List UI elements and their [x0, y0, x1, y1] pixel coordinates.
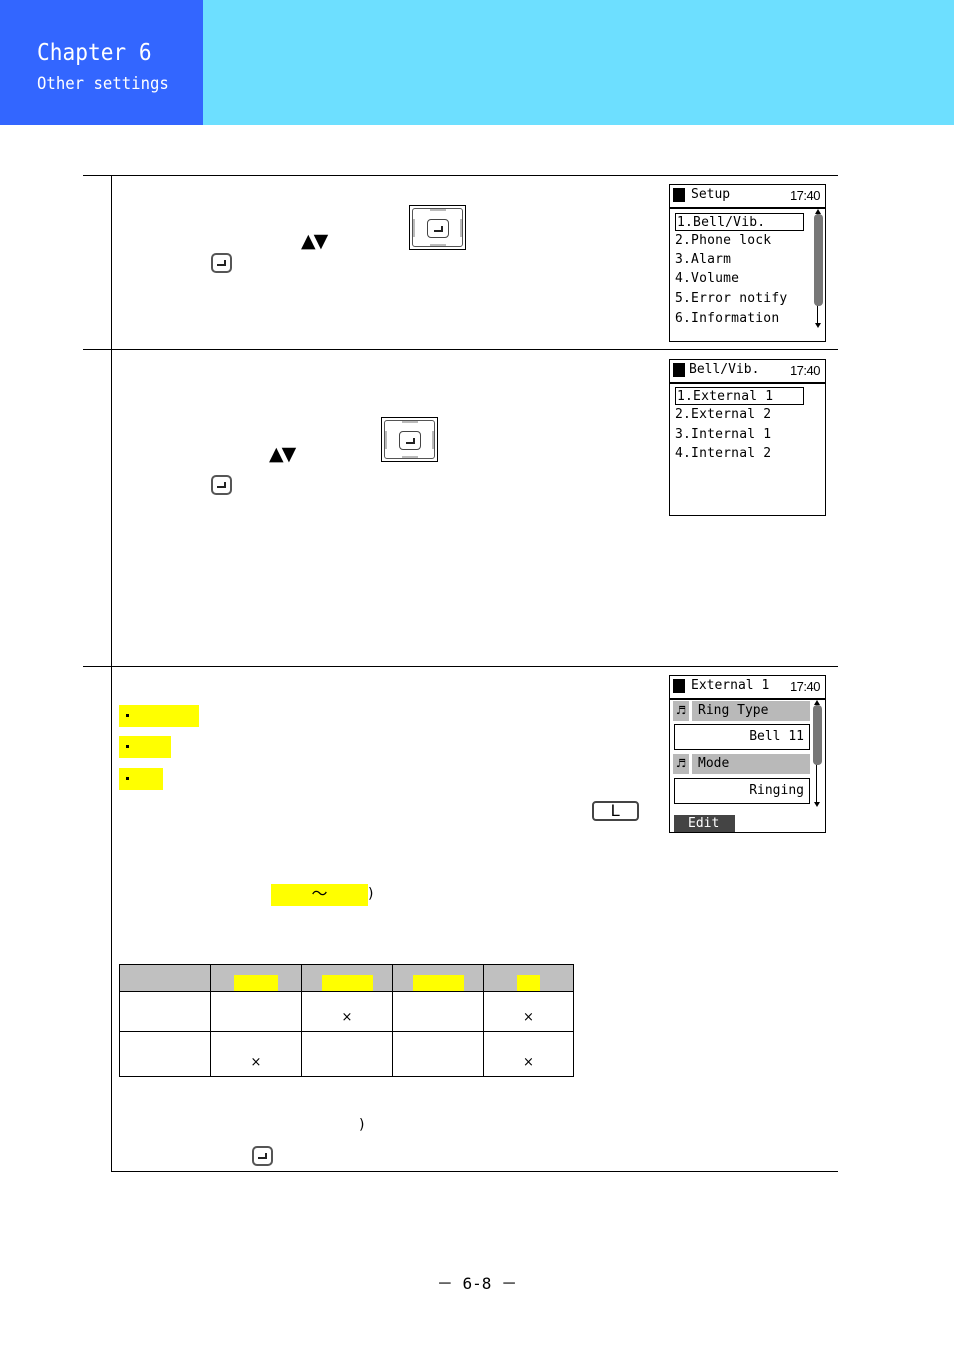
step-column-divider [111, 175, 112, 1172]
up-down-arrows-icon: ▲▼ [301, 230, 328, 252]
menu-item-bell-vib[interactable]: 1.Bell/Vib. [675, 213, 804, 231]
phone-screen-setup: Setup 17:40 1.Bell/Vib. 2.Phone lock 3.A… [669, 184, 826, 342]
table-cell [119, 1031, 211, 1077]
phone-screen-bell-vib: Bell/Vib. 17:40 1.External 1 2.External … [669, 359, 826, 516]
scroll-up-arrow-icon [815, 209, 821, 214]
menu-item-external-1[interactable]: 1.External 1 [675, 387, 804, 405]
scrollbar-thumb[interactable] [814, 214, 823, 306]
table-cell [119, 991, 211, 1032]
enter-key-icon [211, 475, 232, 495]
menu-item-alarm[interactable]: 3.Alarm [675, 251, 731, 269]
table-row: × × [119, 991, 574, 1032]
table-cell: × [483, 991, 574, 1032]
screen-indicator-icon [673, 679, 685, 693]
screen-title: Bell/Vib. [689, 362, 760, 377]
enter-key-icon [399, 431, 421, 450]
menu-item-phone-lock[interactable]: 2.Phone lock [675, 232, 771, 250]
menu-item-information[interactable]: 6.Information [675, 310, 779, 328]
menu-item-internal-2[interactable]: 4.Internal 2 [675, 445, 771, 463]
highlighted-bullet [119, 705, 199, 727]
screen-title: Setup [691, 187, 731, 202]
table-cell: × [210, 1031, 302, 1077]
screen-title: External 1 [691, 678, 770, 693]
l-key-icon: L [592, 801, 639, 821]
field-value-ring-type[interactable]: Bell 11 [674, 724, 810, 750]
screen-time: 17:40 [789, 679, 821, 694]
softkey-edit[interactable]: Edit [674, 815, 735, 832]
page-number: － 6-8 － [436, 1274, 518, 1293]
scroll-down-arrow-icon [815, 323, 821, 328]
table-cell [210, 991, 302, 1032]
screen-header: External 1 17:40 [670, 676, 825, 700]
field-label-mode: Mode [692, 754, 810, 774]
step-divider [83, 349, 838, 350]
highlighted-bullet [119, 736, 171, 758]
table-cell [301, 1031, 393, 1077]
scrollbar[interactable] [814, 209, 823, 328]
close-paren: ) [359, 1117, 365, 1133]
highlighted-bullet [119, 768, 163, 790]
screen-time: 17:40 [789, 363, 821, 378]
scrollbar-thumb[interactable] [813, 705, 822, 765]
enter-key-icon [252, 1146, 273, 1166]
table-header-row [119, 964, 574, 992]
table-row: × × [119, 1031, 574, 1077]
navigation-pad-icon [409, 205, 466, 250]
highlighted-range: ～ [271, 884, 368, 906]
table-cell [392, 991, 484, 1032]
table-header-cell [392, 964, 484, 992]
screen-indicator-icon [673, 188, 685, 202]
table-cell [392, 1031, 484, 1077]
menu-item-error-notify[interactable]: 5.Error notify [675, 290, 787, 308]
step-divider [111, 1171, 838, 1172]
chapter-banner [203, 0, 954, 125]
menu-item-external-2[interactable]: 2.External 2 [675, 406, 771, 424]
step-divider [83, 666, 838, 667]
table-header-cell [119, 964, 211, 992]
range-symbol: ～ [311, 884, 328, 903]
screen-header: Bell/Vib. 17:40 [670, 360, 825, 384]
field-label-ring-type: Ring Type [692, 701, 810, 721]
music-mode-icon: ♬ [673, 754, 689, 774]
screen-header: Setup 17:40 [670, 185, 825, 209]
table-header-cell [210, 964, 302, 992]
chapter-title: Chapter 6 [37, 40, 152, 66]
enter-key-icon [211, 253, 232, 273]
menu-item-internal-1[interactable]: 3.Internal 1 [675, 426, 771, 444]
table-header-cell [301, 964, 393, 992]
phone-screen-external-1: External 1 17:40 ♬ Ring Type Bell 11 ♬ M… [669, 675, 826, 833]
scrollbar[interactable] [813, 700, 822, 807]
step-divider [83, 175, 838, 176]
navigation-pad-icon [381, 417, 438, 462]
table-cell: × [301, 991, 393, 1032]
enter-key-icon [427, 219, 449, 238]
menu-item-volume[interactable]: 4.Volume [675, 270, 739, 288]
music-note-icon: ♬ [673, 701, 689, 721]
mode-comparison-table: × × × × [119, 964, 574, 1077]
screen-indicator-icon [673, 363, 685, 377]
screen-time: 17:40 [789, 188, 821, 203]
close-paren: ) [368, 886, 374, 902]
scroll-down-arrow-icon [814, 802, 820, 807]
chapter-subtitle: Other settings [37, 74, 169, 94]
up-down-arrows-icon: ▲▼ [269, 443, 296, 465]
table-cell: × [483, 1031, 574, 1077]
table-header-cell [483, 964, 574, 992]
field-value-mode[interactable]: Ringing [674, 778, 810, 804]
scroll-up-arrow-icon [814, 700, 820, 705]
